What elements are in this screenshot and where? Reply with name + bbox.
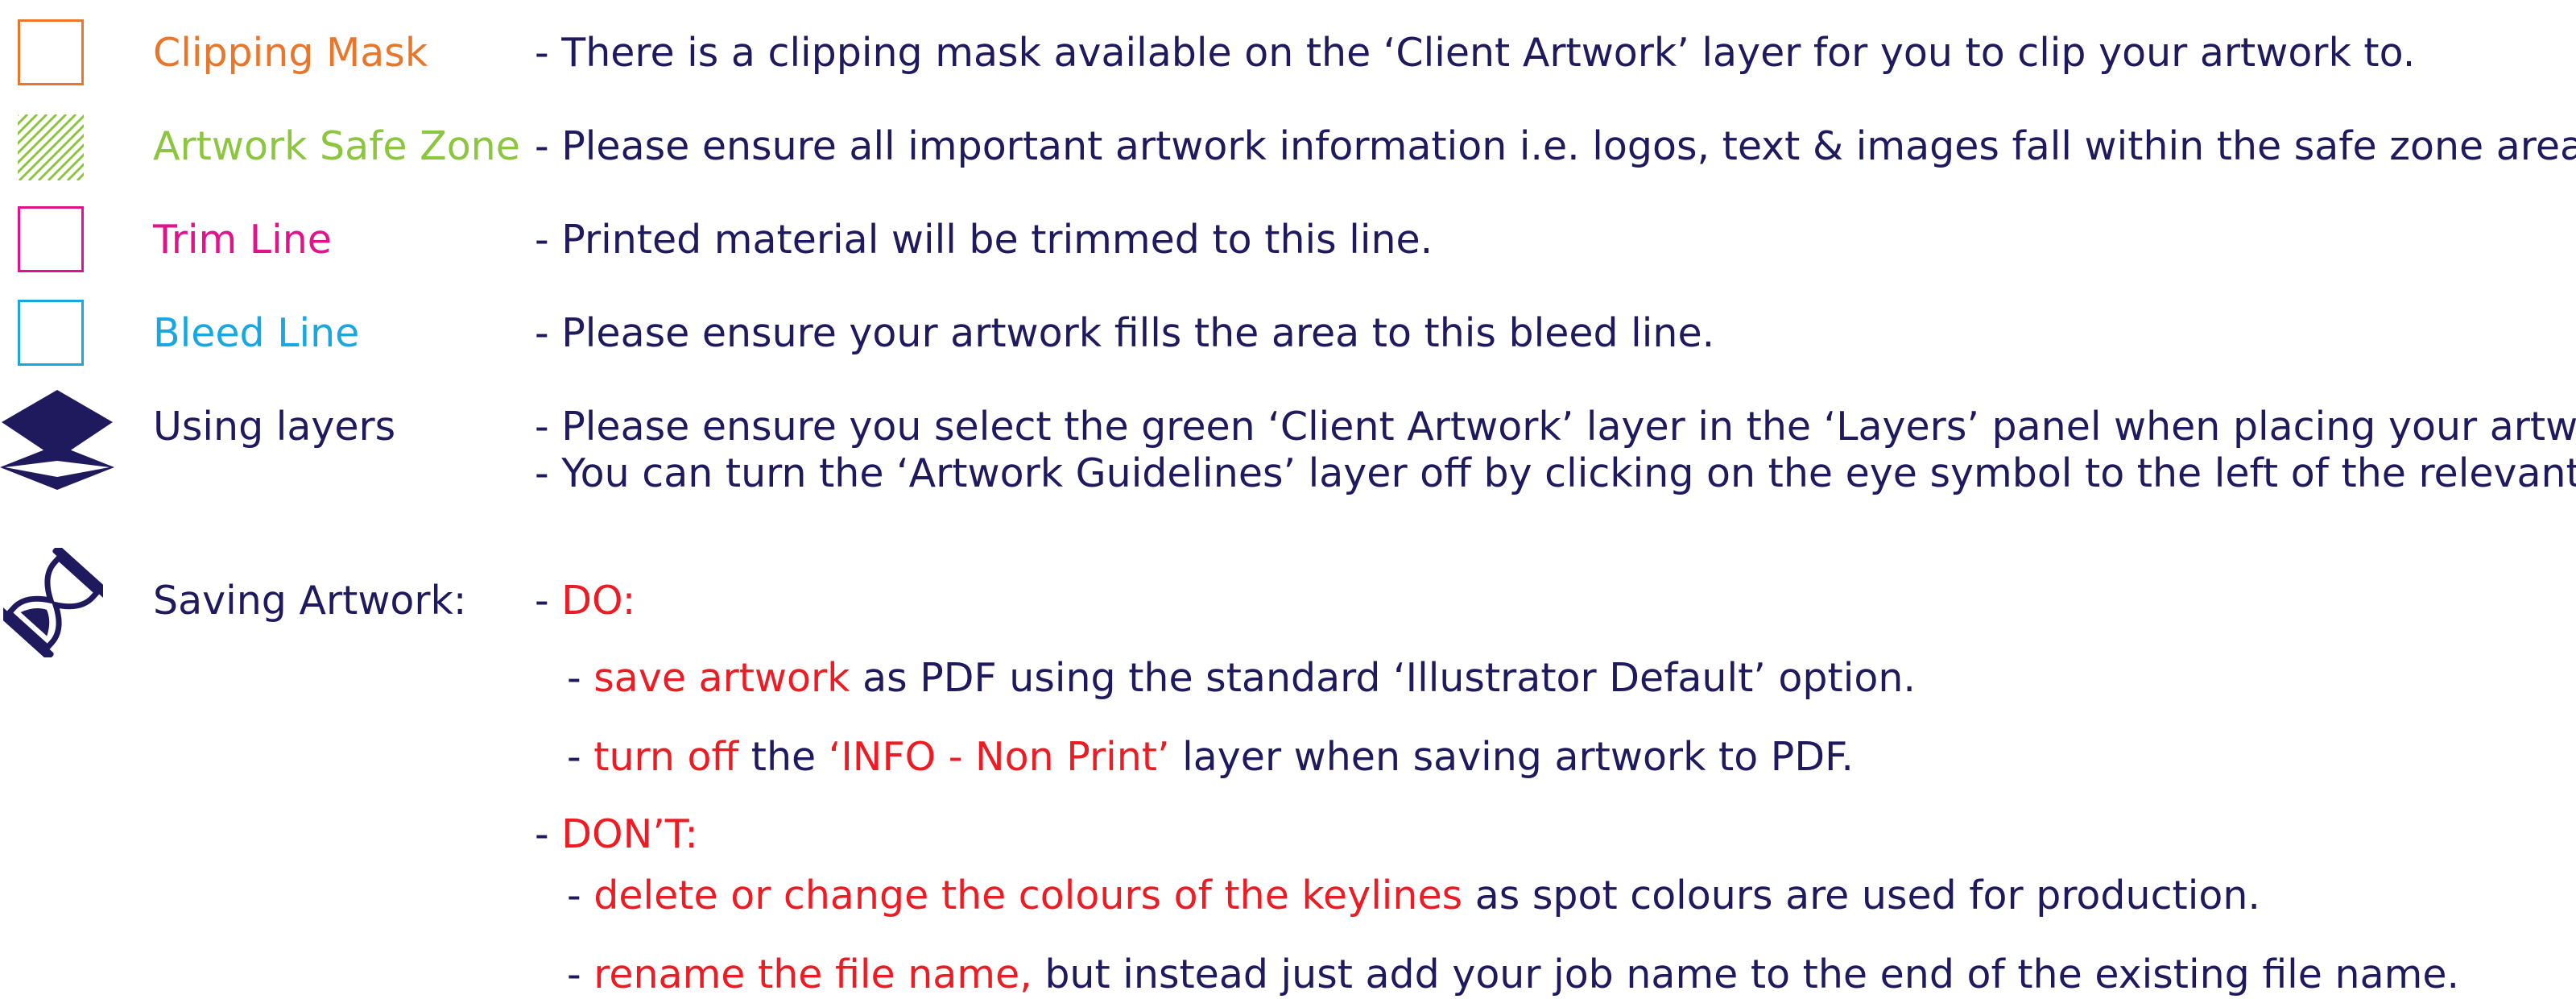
dont-item-1-highlight: delete or change the colours of the keyl… xyxy=(593,873,1463,918)
safe-zone-hatch-icon xyxy=(18,114,84,180)
do-item-2: - turn off the ‘INFO - Non Print’ layer … xyxy=(567,733,1854,781)
do-item-1-rest: as PDF using the standard ‘Illustrator D… xyxy=(850,655,1916,701)
dont-item-2: - rename the file name, but instead just… xyxy=(567,951,2459,999)
clipping-mask-icon xyxy=(18,19,84,85)
layers-line-1: - Please ensure you select the green ‘Cl… xyxy=(535,404,2576,450)
do-heading: - DO: xyxy=(535,577,635,625)
trim-line-label: Trim Line xyxy=(153,217,332,263)
dont-item-1-prefix: - xyxy=(567,873,594,918)
do-heading-prefix: - xyxy=(535,578,562,624)
hourglass-icon xyxy=(3,548,103,657)
layers-icon xyxy=(0,390,114,490)
do-heading-text: DO: xyxy=(561,578,636,624)
artwork-guidelines-page: Clipping Mask - There is a clipping mask… xyxy=(0,0,2576,997)
dont-item-2-highlight: rename the file name, xyxy=(593,951,1032,997)
do-item-1: - save artwork as PDF using the standard… xyxy=(567,654,1916,703)
bleed-line-icon xyxy=(18,300,84,366)
do-item-2-prefix: - xyxy=(567,734,594,780)
safe-zone-label: Artwork Safe Zone xyxy=(153,123,520,169)
trim-line-description: - Printed material will be trimmed to th… xyxy=(535,217,1433,263)
clipping-mask-description: - There is a clipping mask available on … xyxy=(535,30,2416,76)
dont-item-2-prefix: - xyxy=(567,951,594,997)
clipping-mask-label: Clipping Mask xyxy=(153,30,428,76)
dont-heading: - DON’T: xyxy=(535,810,698,859)
dont-item-2-rest: but instead just add your job name to th… xyxy=(1032,951,2460,997)
layers-label: Using layers xyxy=(153,404,396,450)
do-item-2-rest: layer when saving artwork to PDF. xyxy=(1169,734,1854,780)
dont-item-1: - delete or change the colours of the ke… xyxy=(567,872,2260,920)
bleed-line-label: Bleed Line xyxy=(153,310,360,356)
dont-heading-text: DON’T: xyxy=(561,811,698,857)
do-item-2-highlight-2: ‘INFO - Non Print’ xyxy=(828,734,1170,780)
dont-heading-prefix: - xyxy=(535,811,562,857)
layers-line-2: - You can turn the ‘Artwork Guidelines’ … xyxy=(535,450,2576,496)
do-item-2-highlight: turn off xyxy=(593,734,739,780)
do-item-1-prefix: - xyxy=(567,655,594,701)
dont-item-1-rest: as spot colours are used for production. xyxy=(1462,873,2260,918)
bleed-line-description: - Please ensure your artwork fills the a… xyxy=(535,310,1715,356)
trim-line-icon xyxy=(18,206,84,272)
safe-zone-description: - Please ensure all important artwork in… xyxy=(535,123,2576,169)
do-item-1-highlight: save artwork xyxy=(593,655,850,701)
do-item-2-middle: the xyxy=(738,734,829,780)
saving-label: Saving Artwork: xyxy=(153,578,467,624)
